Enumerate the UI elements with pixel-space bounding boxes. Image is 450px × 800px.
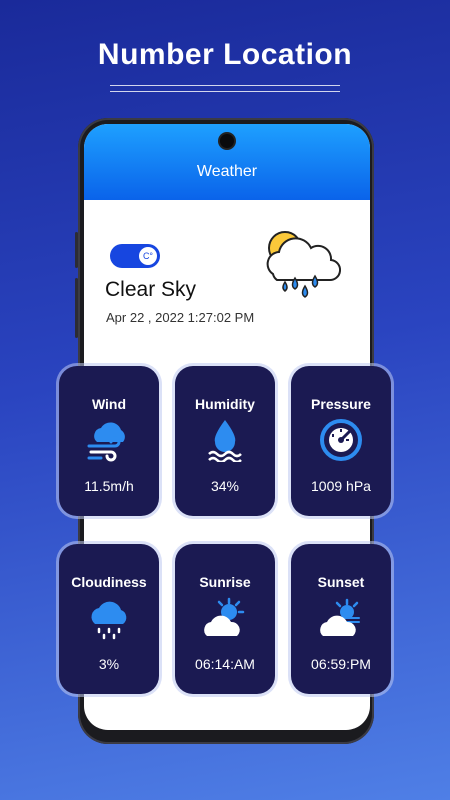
- card-value: 3%: [98, 656, 120, 672]
- app-title: Weather: [196, 163, 258, 180]
- card-value: 06:59:PM: [311, 656, 371, 672]
- weather-datetime: Apr 22 , 2022 1:27:02 PM: [106, 310, 255, 325]
- unit-toggle[interactable]: C°: [110, 244, 160, 268]
- card-value: 34%: [210, 478, 240, 494]
- banner-title: Number Location: [97, 38, 353, 71]
- card-title: Wind: [91, 396, 127, 412]
- card-title: Cloudiness: [71, 574, 147, 590]
- card-value: 1009 hPa: [311, 478, 371, 494]
- sunset-icon: [320, 598, 360, 636]
- card-title: Humidity: [195, 396, 255, 412]
- card-title: Sunrise: [199, 574, 251, 590]
- cloud-sun-rain-icon: [266, 231, 341, 298]
- cloudiness-card[interactable]: Cloudiness 3%: [59, 544, 159, 694]
- gauge-icon: [320, 419, 362, 461]
- sunrise-card[interactable]: Sunrise 06:14:AM: [175, 544, 275, 694]
- sunset-card[interactable]: Sunset 06:59:PM: [291, 544, 391, 694]
- humidity-drop-icon: [208, 420, 242, 462]
- pressure-card[interactable]: Pressure 1009 hPa: [291, 366, 391, 516]
- banner-underline: [110, 85, 340, 92]
- weather-condition: Clear Sky: [105, 278, 197, 301]
- card-value: 06:14:AM: [195, 656, 255, 672]
- front-camera: [220, 134, 234, 148]
- humidity-card[interactable]: Humidity 34%: [175, 366, 275, 516]
- sunrise-icon: [204, 597, 245, 636]
- phone-side-button: [75, 232, 78, 268]
- card-value: 11.5m/h: [84, 478, 134, 494]
- rain-cloud-icon: [91, 601, 127, 640]
- phone-side-button: [75, 278, 78, 338]
- card-title: Pressure: [311, 396, 371, 412]
- wind-cloud-icon: [87, 422, 125, 462]
- card-title: Sunset: [317, 574, 365, 590]
- unit-toggle-knob: C°: [139, 247, 157, 265]
- wind-card[interactable]: Wind 11.5m/h: [59, 366, 159, 516]
- app-bar: Weather: [84, 124, 370, 200]
